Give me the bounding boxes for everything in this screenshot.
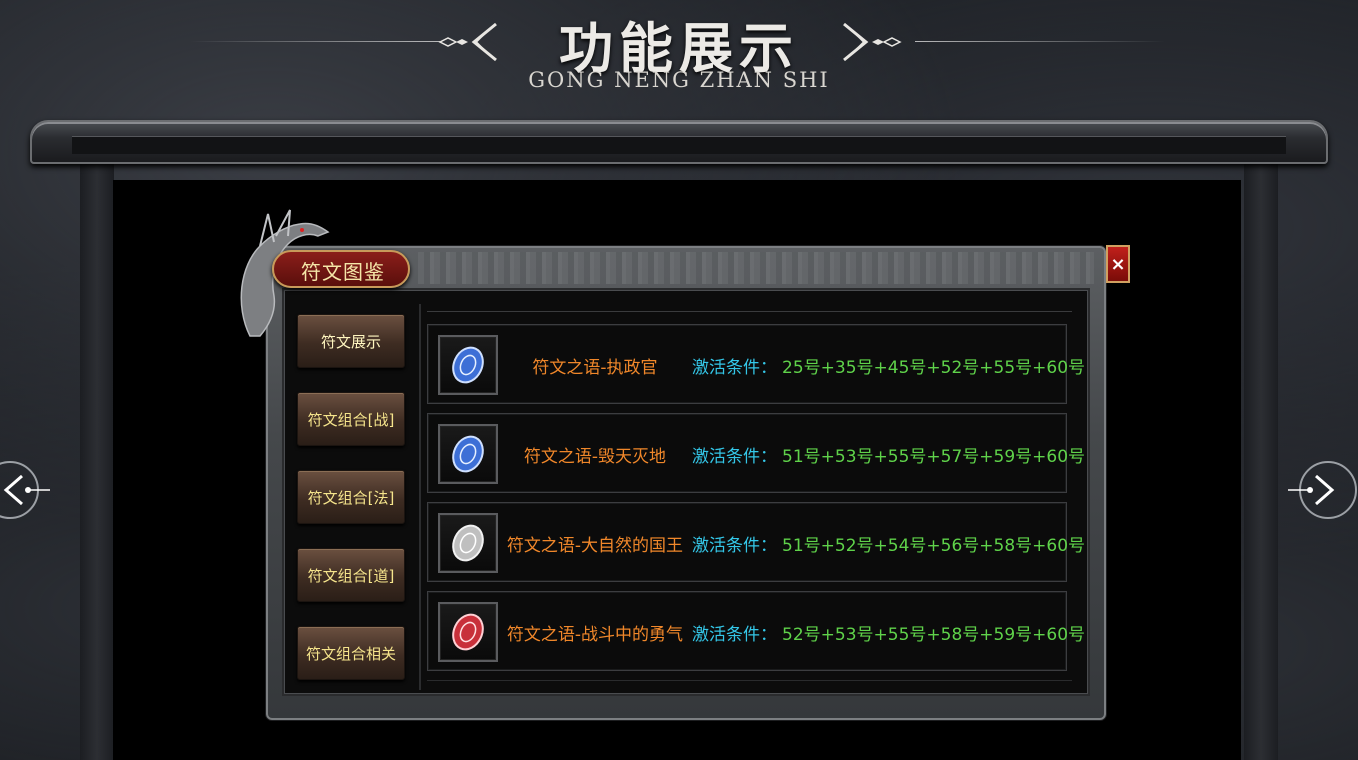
list-item[interactable]: 符文之语-毁天灭地 激活条件： 51号+53号+55号+57号+59号+60号: [427, 413, 1085, 493]
rune-slot: [438, 602, 498, 662]
list-item[interactable]: 符文之语-大自然的国王 激活条件： 51号+52号+54号+56号+58号+60…: [427, 502, 1085, 582]
silver-rune-icon: [452, 524, 484, 562]
runeword-name: 符文之语-大自然的国王: [506, 536, 684, 556]
condition-value: 51号+52号+54号+56号+58号+60号: [782, 536, 1086, 556]
tab-combo-warrior[interactable]: 符文组合[战]: [297, 392, 405, 446]
condition-value: 25号+35号+45号+52号+55号+60号: [782, 358, 1086, 378]
runeword-name: 符文之语-战斗中的勇气: [506, 625, 684, 645]
list-item[interactable]: 符文之语-战斗中的勇气 激活条件： 52号+53号+55号+58号+59号+60…: [427, 591, 1085, 671]
next-arrow-icon[interactable]: [1288, 450, 1358, 530]
rune-slot: [438, 335, 498, 395]
frame-column-right: [1244, 160, 1278, 760]
panel-stone-texture: [418, 252, 1094, 284]
prev-arrow-icon[interactable]: [0, 450, 50, 530]
window-title-plate: 符文图鉴: [272, 250, 410, 288]
tab-combo-related[interactable]: 符文组合相关: [297, 626, 405, 680]
list-bottom-edge: [427, 680, 1072, 690]
tab-divider: [419, 304, 421, 690]
tab-rune-display[interactable]: 符文展示: [297, 314, 405, 368]
list-top-edge: [427, 304, 1072, 312]
condition-value: 51号+53号+55号+57号+59号+60号: [782, 447, 1086, 467]
runeword-name: 符文之语-毁天灭地: [523, 447, 667, 467]
tab-combo-mage[interactable]: 符文组合[法]: [297, 470, 405, 524]
runeword-name: 符文之语-执政官: [532, 358, 658, 378]
condition-value: 52号+53号+55号+58号+59号+60号: [782, 625, 1086, 645]
frame-column-left: [80, 160, 114, 760]
condition-label: 激活条件：: [692, 625, 777, 645]
condition-label: 激活条件：: [692, 358, 777, 378]
blue-rune-icon: [452, 435, 484, 473]
condition-label: 激活条件：: [692, 447, 777, 467]
window-title: 符文图鉴: [301, 260, 385, 284]
section-header: 功能展示 GONG NENG ZHAN SHI: [0, 0, 1358, 110]
tab-combo-taoist[interactable]: 符文组合[道]: [297, 548, 405, 602]
rune-slot: [438, 513, 498, 573]
blue-rune-icon: [452, 346, 484, 384]
red-rune-icon: [452, 613, 484, 651]
runeword-list: 符文之语-执政官 激活条件： 25号+35号+45号+52号+55号+60号 符…: [427, 304, 1085, 690]
rune-slot: [438, 424, 498, 484]
page-subtitle: GONG NENG ZHAN SHI: [528, 68, 830, 92]
list-item[interactable]: 符文之语-执政官 激活条件： 25号+35号+45号+52号+55号+60号: [427, 324, 1085, 404]
frame-bar-groove: [72, 136, 1286, 154]
close-button[interactable]: ×: [1106, 245, 1130, 283]
frame-top-bar: [30, 120, 1328, 164]
condition-label: 激活条件：: [692, 536, 777, 556]
